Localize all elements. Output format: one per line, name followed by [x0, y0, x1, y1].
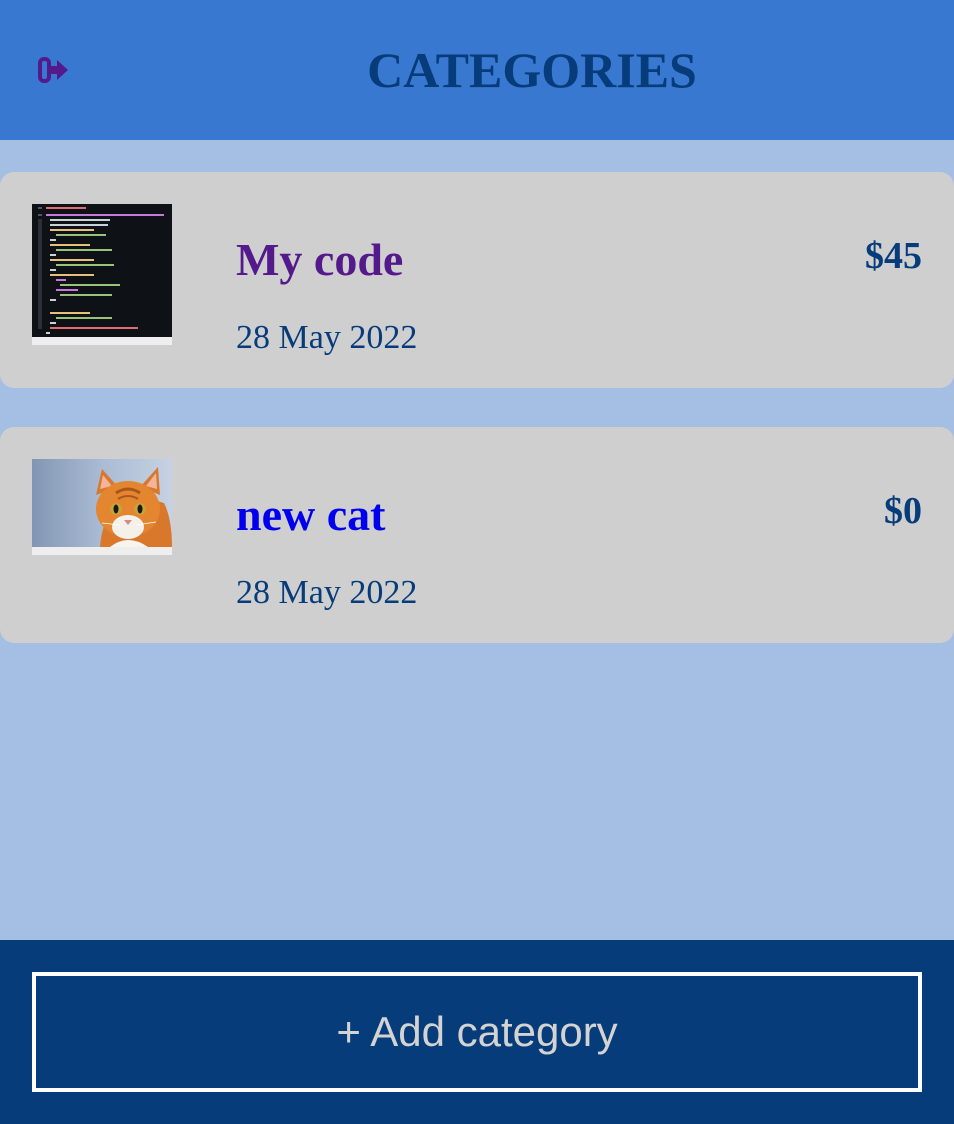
app-header: CATEGORIES [0, 0, 954, 140]
category-date: 28 May 2022 [236, 319, 418, 356]
category-date: 28 May 2022 [236, 574, 418, 611]
category-card[interactable]: My code 28 May 2022 $45 [0, 172, 954, 388]
page-title: CATEGORIES [367, 42, 697, 98]
category-name-link[interactable]: new cat [236, 487, 385, 543]
category-card[interactable]: new cat 28 May 2022 $0 [0, 427, 954, 643]
code-screenshot-image [32, 204, 172, 345]
category-amount: $45 [865, 235, 922, 277]
cat-photo-image [32, 459, 172, 555]
add-category-button[interactable]: + Add category [32, 972, 922, 1092]
category-amount: $0 [884, 490, 922, 532]
app-footer: + Add category [0, 940, 954, 1124]
category-name-link[interactable]: My code [236, 232, 403, 288]
